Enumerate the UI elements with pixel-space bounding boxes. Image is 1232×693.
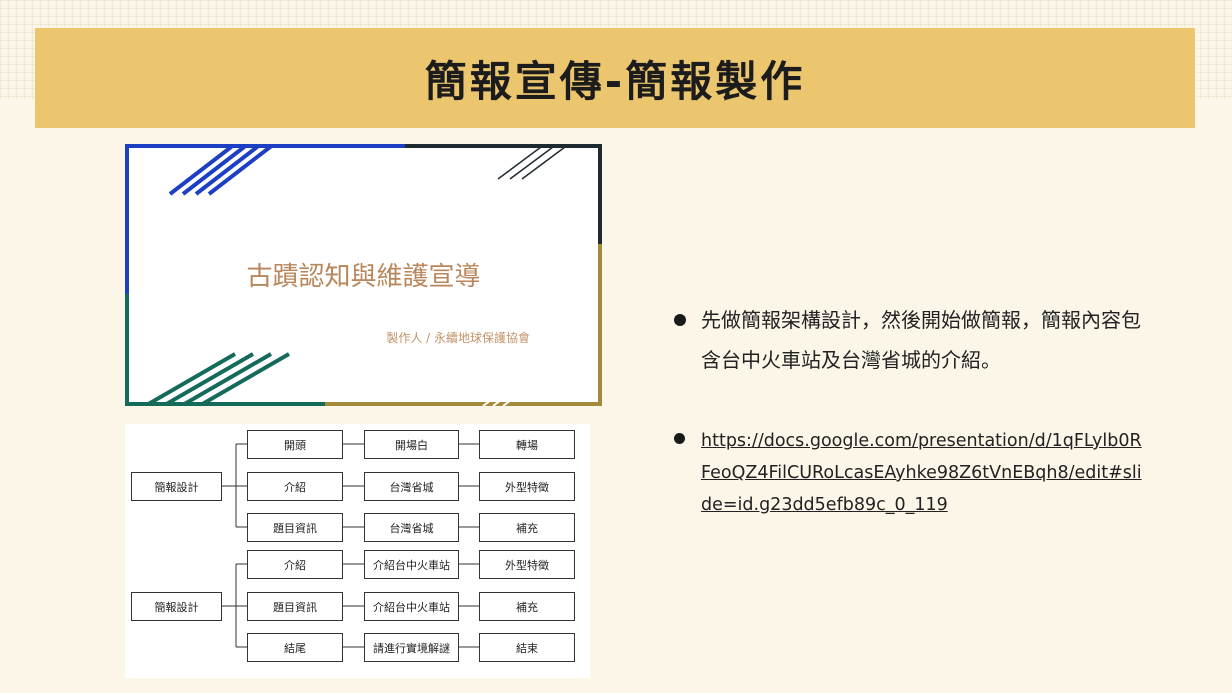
flowchart-root-node-2: 簡報設計	[131, 592, 222, 621]
flowchart-node: 介紹台中火車站	[364, 550, 459, 579]
flowchart-node: 題目資訊	[247, 592, 343, 621]
slide-thumbnail-subtitle: 製作人 / 永續地球保護協會	[386, 331, 530, 345]
flowchart-node: 補充	[479, 592, 575, 621]
flowchart-node: 介紹	[247, 472, 343, 501]
flowchart-node: 轉場	[479, 430, 575, 459]
flowchart-root-node-1: 簡報設計	[131, 472, 222, 501]
flowchart-node: 結尾	[247, 633, 343, 662]
presentation-structure-flowchart: 簡報設計 開頭 開場白 轉場 介紹 台灣省城 外型特徵 題目資訊 台灣省城 補充…	[125, 424, 590, 678]
title-bar: 簡報宣傳-簡報製作	[35, 28, 1195, 128]
flowchart-node: 題目資訊	[247, 513, 343, 542]
flowchart-node: 請進行實境解謎	[364, 633, 459, 662]
flowchart-node: 外型特徵	[479, 550, 575, 579]
slide-thumbnail-title: 古蹟認知與維護宣導	[246, 262, 481, 292]
flowchart-node: 介紹	[247, 550, 343, 579]
bullet-dot-icon	[674, 433, 685, 444]
bullet-text: 先做簡報架構設計，然後開始做簡報，簡報內容包含台中火車站及台灣省城的介紹。	[701, 308, 1141, 372]
flowchart-node: 開場白	[364, 430, 459, 459]
flowchart-node: 介紹台中火車站	[364, 592, 459, 621]
flowchart-node: 開頭	[247, 430, 343, 459]
flowchart-node: 台灣省城	[364, 513, 459, 542]
page-title: 簡報宣傳-簡報製作	[424, 56, 806, 106]
flowchart-node: 外型特徵	[479, 472, 575, 501]
slide-thumbnail: 古蹟認知與維護宣導 製作人 / 永續地球保護協會	[125, 144, 602, 406]
presentation-link[interactable]: https://docs.google.com/presentation/d/1…	[701, 425, 1151, 521]
flowchart-node: 補充	[479, 513, 575, 542]
bullet-dot-icon	[674, 314, 686, 326]
flowchart-node: 結束	[479, 633, 575, 662]
flowchart-node: 台灣省城	[364, 472, 459, 501]
